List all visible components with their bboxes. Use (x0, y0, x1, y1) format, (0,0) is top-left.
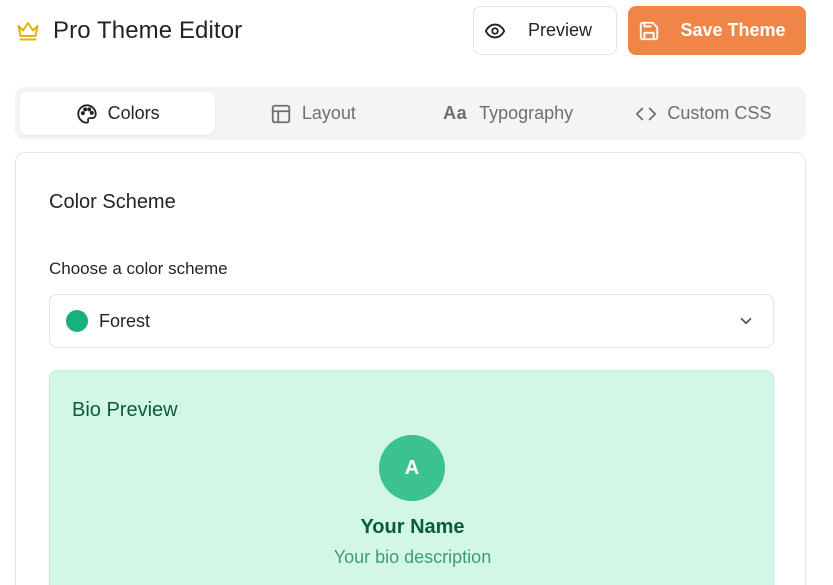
save-theme-label: Save Theme (680, 20, 786, 40)
bio-preview: Bio Preview A Your Name Your bio descrip… (49, 370, 774, 585)
theme-editor: Pro Theme Editor Preview Save Theme Colo… (0, 0, 833, 585)
preview-button-label: Preview (527, 20, 593, 40)
colors-panel: Color Scheme Choose a color scheme Fores… (15, 152, 806, 585)
bio-preview-title: Bio Preview (72, 399, 178, 421)
tab-typography[interactable]: Aa Typography (411, 92, 606, 135)
editor-tabs: Colors Layout Aa Typography Custom CSS (15, 87, 806, 140)
crown-icon (16, 19, 40, 43)
tab-colors[interactable]: Colors (20, 92, 216, 135)
preview-button[interactable]: Preview (473, 6, 617, 55)
tab-custom-css[interactable]: Custom CSS (606, 92, 801, 135)
tab-typography-label: Typography (479, 103, 574, 123)
color-scheme-label: Choose a color scheme (49, 259, 228, 278)
tab-colors-label: Colors (107, 103, 160, 123)
selected-scheme: Forest (99, 310, 151, 331)
save-icon (638, 20, 660, 42)
avatar: A (379, 435, 445, 501)
preview-bio: Your bio description (333, 547, 492, 567)
palette-icon (76, 103, 98, 125)
chevron-down-icon (737, 312, 755, 330)
code-icon (635, 103, 657, 125)
header: Pro Theme Editor Preview Save Theme (0, 0, 833, 62)
preview-name: Your Name (360, 516, 465, 538)
typography-icon: Aa (443, 103, 468, 123)
scheme-swatch (66, 310, 88, 332)
eye-icon (484, 20, 506, 42)
section-title: Color Scheme (49, 191, 176, 213)
color-scheme-select[interactable]: Forest (49, 294, 774, 348)
title-group: Pro Theme Editor (16, 16, 242, 46)
tab-layout[interactable]: Layout (215, 92, 410, 135)
layout-icon (270, 103, 292, 125)
tab-layout-label: Layout (301, 103, 356, 123)
tab-custom-css-label: Custom CSS (667, 103, 772, 123)
save-theme-button[interactable]: Save Theme (628, 6, 806, 55)
page-title: Pro Theme Editor (53, 17, 243, 44)
